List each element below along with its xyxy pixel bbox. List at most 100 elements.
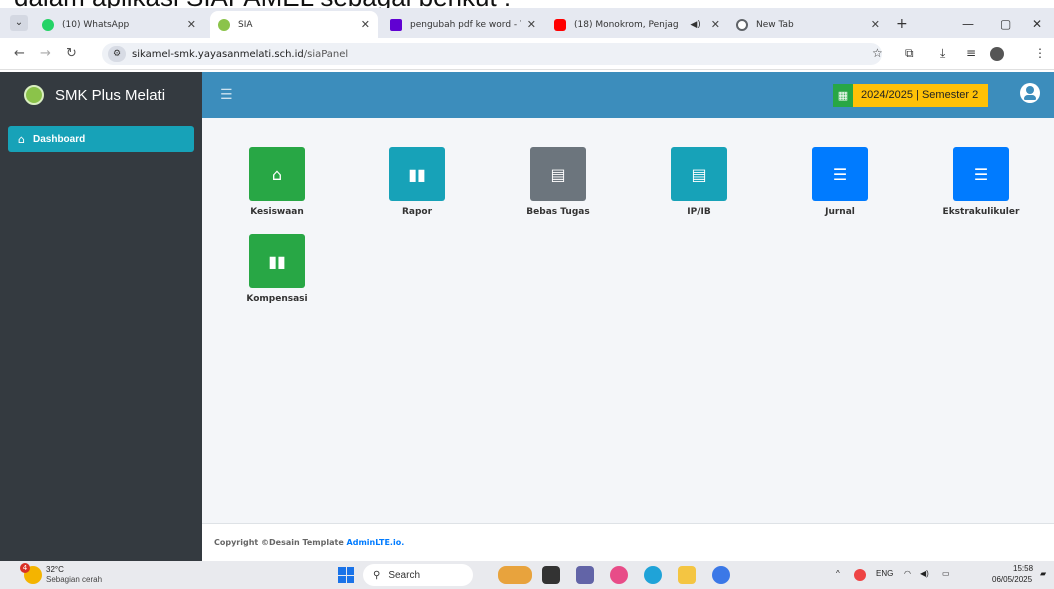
tile-label: Bebas Tugas xyxy=(526,207,590,217)
tab-close-icon[interactable]: ✕ xyxy=(527,18,536,31)
tab-title: (18) Monokrom, Penjag xyxy=(574,19,679,30)
reload-icon[interactable]: ↻ xyxy=(66,46,77,61)
tab-youtube[interactable]: (18) Monokrom, Penjag ◀) ✕ xyxy=(546,11,728,38)
home-icon: ⌂ xyxy=(18,132,25,146)
tab-close-icon[interactable]: ✕ xyxy=(871,18,880,31)
address-bar: ← → ↻ ⚙ sikamel-smk.yayasanmelati.sch.id… xyxy=(0,38,1054,70)
journal-icon[interactable]: ☰ xyxy=(953,147,1009,201)
weather-temperature: 32°C xyxy=(46,565,64,574)
file-icon[interactable]: ▤ xyxy=(671,147,727,201)
footer-prefix: Copyright ©Desain Template xyxy=(214,538,347,547)
sidebar-item-label: Dashboard xyxy=(32,133,86,145)
clock-date[interactable]: 06/05/2025 xyxy=(992,575,1032,584)
tab-search-chevron-icon[interactable]: ⌄ xyxy=(10,15,28,31)
tile-rapor[interactable]: ▮▮ Rapor xyxy=(367,147,467,217)
calendar-icon: ▦ xyxy=(833,84,853,107)
tab-title: (10) WhatsApp xyxy=(62,19,130,30)
bookmark-star-icon[interactable]: ☆ xyxy=(872,46,883,60)
tile-kompensasi[interactable]: ▮▮ Kompensasi xyxy=(227,234,327,304)
tab-pdf-word[interactable]: pengubah pdf ke word - Yah ✕ xyxy=(382,11,544,38)
browser-tab-strip: ⌄ (10) WhatsApp ✕ SIA ✕ pengubah pdf ke … xyxy=(0,8,1054,38)
wifi-icon[interactable]: ◠ xyxy=(904,569,911,578)
footer: Copyright ©Desain Template AdminLTE.io. xyxy=(202,523,1054,561)
widget-icon[interactable] xyxy=(498,566,532,584)
tile-label: Rapor xyxy=(401,207,433,217)
dashboard-content: ⌂ Kesiswaan ▮▮ Rapor ▤ Bebas Tugas ▤ IP/… xyxy=(202,118,1054,523)
url-domain: sikamel-smk.yayasanmelati.sch.id xyxy=(132,48,304,60)
sidebar: ⌂ Dashboard xyxy=(0,118,202,561)
tab-whatsapp[interactable]: (10) WhatsApp ✕ xyxy=(34,11,204,38)
url-path: /siaPanel xyxy=(303,48,349,60)
teams-icon[interactable] xyxy=(576,566,594,584)
task-view-icon[interactable] xyxy=(542,566,560,584)
language-indicator[interactable]: ENG xyxy=(876,569,893,578)
tab-title: SIA xyxy=(238,19,253,30)
tab-sia[interactable]: SIA ✕ xyxy=(210,11,378,38)
chrome-icon[interactable] xyxy=(712,566,730,584)
brand-link[interactable]: SMK Plus Melati xyxy=(0,72,202,118)
copilot-icon[interactable] xyxy=(610,566,628,584)
weather-sun-icon[interactable]: 4 xyxy=(20,563,42,584)
user-account-icon[interactable] xyxy=(1020,83,1040,103)
hamburger-menu-icon[interactable]: ☰ xyxy=(220,87,233,103)
new-tab-plus-icon[interactable]: + xyxy=(896,16,908,32)
tile-jurnal[interactable]: ☰ Jurnal xyxy=(790,147,890,217)
brand-name: SMK Plus Melati xyxy=(55,86,166,104)
site-info-icon[interactable]: ⚙ xyxy=(108,46,126,62)
journal-icon[interactable]: ☰ xyxy=(812,147,868,201)
tile-bebas-tugas[interactable]: ▤ Bebas Tugas xyxy=(508,147,608,217)
extensions-icon[interactable]: ⧉ xyxy=(905,46,914,61)
house-icon[interactable]: ⌂ xyxy=(249,147,305,201)
url-text: sikamel-smk.yayasanmelati.sch.id/siaPane… xyxy=(132,49,348,60)
tile-kesiswaan[interactable]: ⌂ Kesiswaan xyxy=(227,147,327,217)
tray-app-icon[interactable] xyxy=(854,569,866,581)
tray-chevron-icon[interactable]: ^ xyxy=(836,569,840,578)
whatsapp-icon xyxy=(42,18,54,31)
reading-list-icon[interactable]: ≡ xyxy=(966,46,976,60)
tab-title: New Tab xyxy=(756,19,794,30)
file-icon[interactable]: ▤ xyxy=(530,147,586,201)
clock-time[interactable]: 15:58 xyxy=(1013,564,1033,573)
tab-close-icon[interactable]: ✕ xyxy=(361,18,370,31)
book-icon[interactable]: ▮▮ xyxy=(389,147,445,201)
youtube-icon xyxy=(554,18,566,31)
adminlte-link[interactable]: AdminLTE.io. xyxy=(347,538,405,547)
tile-label: IP/IB xyxy=(687,207,711,217)
semester-badge[interactable]: ▦ 2024/2025 | Semester 2 xyxy=(833,84,989,107)
windows-start-icon[interactable] xyxy=(338,567,354,583)
more-menu-icon[interactable]: ⋮ xyxy=(1034,46,1046,60)
search-label: Search xyxy=(388,569,421,581)
restore-icon[interactable]: ▢ xyxy=(1000,17,1011,31)
speaker-icon: ◀) xyxy=(690,19,701,30)
top-navbar: ☰ ▦ 2024/2025 | Semester 2 xyxy=(202,72,1054,118)
download-icon[interactable]: ⤓ xyxy=(940,46,945,61)
tab-close-icon[interactable]: ✕ xyxy=(711,18,720,31)
url-field[interactable]: ⚙ sikamel-smk.yayasanmelati.sch.id/siaPa… xyxy=(102,43,882,65)
minimize-icon[interactable]: — xyxy=(962,17,974,31)
tile-ekstrakulikuler[interactable]: ☰ Ekstrakulikuler xyxy=(931,147,1031,217)
taskbar-search[interactable]: ⚲ Search xyxy=(363,564,473,586)
notification-badge: 4 xyxy=(20,563,30,573)
battery-icon[interactable]: ▭ xyxy=(942,569,950,578)
copyright-text: Copyright ©Desain Template AdminLTE.io. xyxy=(214,538,404,547)
profile-avatar-icon[interactable] xyxy=(990,47,1004,61)
window-close-icon[interactable]: ✕ xyxy=(1032,17,1042,31)
tab-close-icon[interactable]: ✕ xyxy=(187,18,196,31)
forward-arrow-icon[interactable]: → xyxy=(40,46,51,61)
book-icon[interactable]: ▮▮ xyxy=(249,234,305,288)
sia-favicon-icon xyxy=(218,18,230,31)
notification-bell-icon[interactable]: ▰ xyxy=(1040,569,1046,578)
yahoo-icon xyxy=(390,18,402,31)
volume-icon[interactable]: ◀) xyxy=(920,569,929,578)
sidebar-item-dashboard[interactable]: ⌂ Dashboard xyxy=(8,126,194,152)
tile-label: Jurnal xyxy=(825,207,855,217)
tab-new-tab[interactable]: New Tab ✕ xyxy=(728,11,888,38)
caption-text: dalam aplikasi SIAPAMEL sebagai berikut … xyxy=(0,0,1054,8)
tile-label: Ekstrakulikuler xyxy=(942,207,1020,217)
file-explorer-icon[interactable] xyxy=(678,566,696,584)
back-arrow-icon[interactable]: ← xyxy=(14,46,25,61)
tab-title: pengubah pdf ke word - Yah xyxy=(410,19,521,30)
edge-icon[interactable] xyxy=(644,566,662,584)
tile-ip-ib[interactable]: ▤ IP/IB xyxy=(649,147,749,217)
tile-label: Kesiswaan xyxy=(250,207,304,217)
